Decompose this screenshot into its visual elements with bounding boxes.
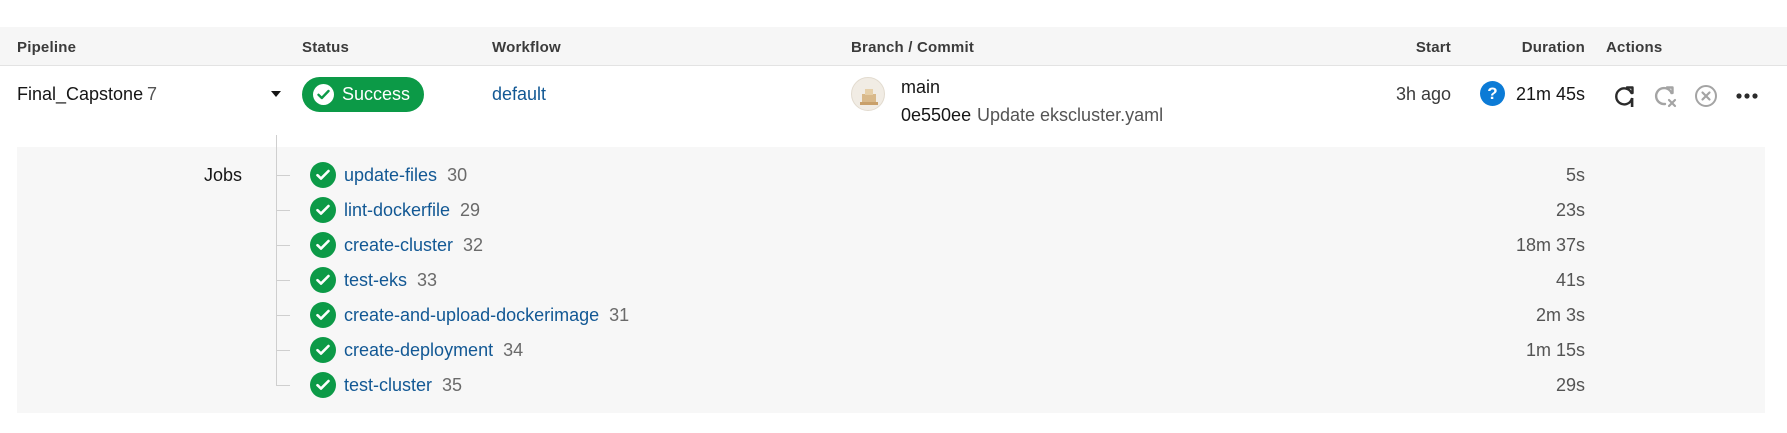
tree-connector bbox=[276, 210, 290, 211]
check-circle-icon bbox=[310, 162, 336, 188]
chevron-down-icon[interactable] bbox=[271, 91, 281, 97]
job-row[interactable]: update-files 30 bbox=[310, 162, 467, 188]
job-name[interactable]: test-cluster bbox=[344, 375, 432, 396]
header-status: Status bbox=[302, 39, 350, 56]
rerun-failed-icon[interactable] bbox=[1653, 84, 1677, 108]
job-row[interactable]: create-cluster 32 bbox=[310, 232, 483, 258]
help-icon[interactable]: ? bbox=[1480, 81, 1505, 106]
status-badge[interactable]: Success bbox=[302, 77, 424, 112]
check-circle-icon bbox=[310, 372, 336, 398]
check-circle-icon bbox=[310, 337, 336, 363]
job-name[interactable]: create-cluster bbox=[344, 235, 453, 256]
header-duration: Duration bbox=[1521, 39, 1585, 56]
check-circle-icon bbox=[310, 197, 336, 223]
job-name[interactable]: test-eks bbox=[344, 270, 407, 291]
commit-hash[interactable]: 0e550ee bbox=[901, 105, 971, 126]
tree-connector bbox=[276, 350, 290, 351]
job-number: 33 bbox=[417, 269, 438, 290]
job-number: 32 bbox=[463, 234, 484, 255]
status-label: Success bbox=[342, 84, 411, 104]
job-name[interactable]: create-and-upload-dockerimage bbox=[344, 305, 599, 326]
job-number: 31 bbox=[609, 304, 630, 325]
workflow-link[interactable]: default bbox=[492, 84, 546, 105]
job-number: 29 bbox=[460, 199, 481, 220]
tree-connector bbox=[276, 245, 290, 246]
job-duration: 5s bbox=[1565, 165, 1585, 185]
job-duration: 18m 37s bbox=[1515, 235, 1585, 255]
job-number: 34 bbox=[503, 339, 524, 360]
job-row[interactable]: lint-dockerfile 29 bbox=[310, 197, 480, 223]
job-duration: 23s bbox=[1555, 200, 1585, 220]
jobs-label: Jobs bbox=[204, 165, 243, 185]
check-circle-icon bbox=[310, 232, 336, 258]
check-circle-icon bbox=[310, 302, 336, 328]
tree-connector bbox=[276, 280, 290, 281]
more-icon[interactable] bbox=[1735, 84, 1759, 108]
job-duration: 29s bbox=[1555, 375, 1585, 395]
tree-connector bbox=[276, 385, 290, 386]
job-row[interactable]: create-and-upload-dockerimage 31 bbox=[310, 302, 629, 328]
job-duration: 1m 15s bbox=[1525, 340, 1585, 360]
pipeline-start: 3h ago bbox=[1395, 84, 1451, 104]
check-circle-icon bbox=[310, 267, 336, 293]
job-row[interactable]: test-cluster 35 bbox=[310, 372, 462, 398]
commit-message: Update ekscluster.yaml bbox=[977, 105, 1164, 125]
tree-connector bbox=[276, 175, 290, 176]
header-actions: Actions bbox=[1606, 39, 1663, 56]
job-name[interactable]: update-files bbox=[344, 165, 437, 186]
header-start: Start bbox=[1415, 39, 1451, 56]
pipeline-number: 7 bbox=[147, 84, 158, 104]
rerun-icon[interactable] bbox=[1613, 84, 1637, 108]
check-circle-icon bbox=[313, 84, 334, 105]
tree-connector bbox=[276, 315, 290, 316]
cancel-icon[interactable] bbox=[1694, 84, 1718, 108]
job-row[interactable]: create-deployment 34 bbox=[310, 337, 523, 363]
header-workflow: Workflow bbox=[492, 39, 561, 56]
job-name[interactable]: lint-dockerfile bbox=[344, 200, 450, 221]
branch-name[interactable]: main bbox=[901, 77, 940, 98]
header-pipeline: Pipeline bbox=[17, 39, 77, 56]
pipeline-duration: 21m 45s bbox=[1515, 84, 1585, 104]
table-header: Pipeline Status Workflow Branch / Commit… bbox=[0, 27, 1787, 66]
job-number: 35 bbox=[442, 374, 463, 395]
jobs-tree-line bbox=[276, 135, 277, 385]
avatar-icon bbox=[851, 77, 885, 111]
job-duration: 2m 3s bbox=[1535, 305, 1585, 325]
job-row[interactable]: test-eks 33 bbox=[310, 267, 437, 293]
job-name[interactable]: create-deployment bbox=[344, 340, 493, 361]
job-number: 30 bbox=[447, 164, 468, 185]
pipeline-name[interactable]: Final_Capstone bbox=[17, 84, 143, 105]
pipelines-page: Pipeline Status Workflow Branch / Commit… bbox=[0, 0, 1787, 433]
header-branch-commit: Branch / Commit bbox=[851, 39, 975, 56]
job-duration: 41s bbox=[1555, 270, 1585, 290]
